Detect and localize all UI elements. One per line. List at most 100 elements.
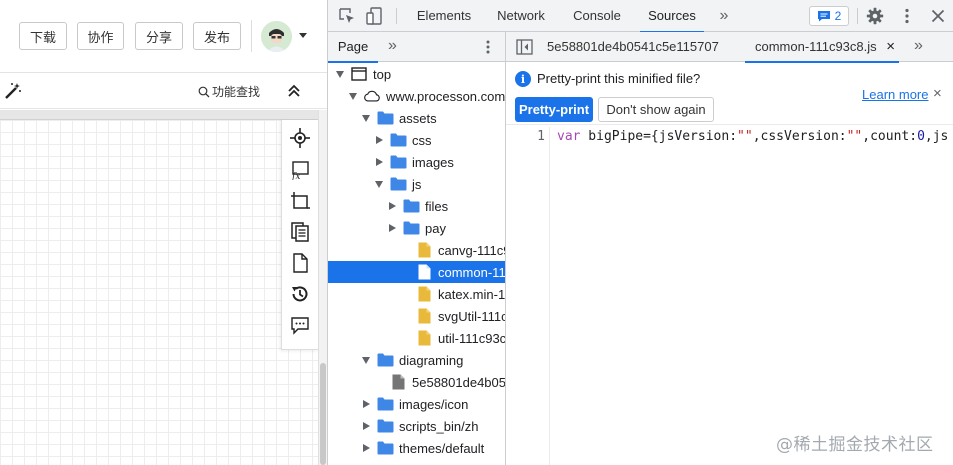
tree-domain[interactable]: www.processon.com: [328, 85, 505, 107]
tree-folder[interactable]: images: [328, 151, 505, 173]
close-devtools-icon[interactable]: [929, 7, 947, 25]
scrollbar-thumb[interactable]: [320, 363, 326, 465]
share-button[interactable]: 分享: [135, 22, 183, 50]
code-view[interactable]: 1 var bigPipe={jsVersion:"",cssVersion:"…: [506, 127, 953, 465]
editor-tab-diagram-file[interactable]: 5e58801de4b0541c5e115707: [547, 32, 719, 62]
tree-folder[interactable]: images/icon: [328, 393, 505, 415]
learn-more-link[interactable]: Learn more: [862, 87, 928, 102]
collaborate-button[interactable]: 协作: [77, 22, 124, 50]
app-top-toolbar: 下载 协作 分享 发布: [0, 0, 327, 73]
tree-folder[interactable]: js: [328, 173, 505, 195]
diagram-canvas[interactable]: [0, 120, 318, 465]
js-file-icon: [415, 286, 433, 302]
toggle-navigator-icon[interactable]: [516, 39, 533, 55]
magic-wand-icon[interactable]: [4, 82, 22, 100]
navigator-more-button[interactable]: »: [388, 37, 397, 55]
toolbar-divider: [251, 20, 252, 52]
svg-text:fx: fx: [291, 172, 300, 180]
tree-folder[interactable]: assets: [328, 107, 505, 129]
line-number: 1: [537, 129, 545, 144]
avatar[interactable]: [261, 21, 292, 52]
editor-tab-common-js[interactable]: common-111c93c8.js ×: [744, 32, 900, 63]
tree-file[interactable]: 5e58801de4b0541c5e115707: [328, 371, 505, 393]
tree-file[interactable]: common-111c93c8.js: [328, 261, 505, 283]
canvas-scrollbar[interactable]: [318, 110, 327, 465]
inspect-element-icon[interactable]: [338, 7, 356, 25]
publish-button[interactable]: 发布: [193, 22, 241, 50]
settings-gear-icon[interactable]: [866, 7, 884, 25]
tree-frame[interactable]: top: [328, 63, 505, 85]
expanded-arrow-icon[interactable]: [360, 112, 372, 124]
history-icon[interactable]: [290, 284, 310, 304]
tab-elements[interactable]: Elements: [408, 0, 480, 32]
tab-network[interactable]: Network: [488, 0, 554, 32]
tab-page[interactable]: Page: [328, 32, 378, 63]
tree-item-label: js: [412, 176, 422, 192]
sources-editor: 5e58801de4b0541c5e115707 common-111c93c8…: [506, 32, 953, 465]
tree-item-label: canvg-111c93c8.js: [438, 242, 505, 258]
tree-item-label: common-111c93c8.js: [438, 264, 505, 280]
navigator-menu-icon[interactable]: [480, 39, 496, 55]
expanded-arrow-icon[interactable]: [373, 178, 385, 190]
tree-folder[interactable]: diagraming: [328, 349, 505, 371]
tree-file[interactable]: katex.min-111c93c8.js: [328, 283, 505, 305]
pages-icon[interactable]: [290, 222, 310, 242]
close-tab-icon[interactable]: ×: [886, 38, 895, 55]
editor-more-tabs-button[interactable]: »: [914, 37, 923, 55]
js-file-icon: [415, 264, 433, 280]
avatar-menu-caret-icon[interactable]: [299, 33, 307, 38]
device-toolbar-icon[interactable]: [366, 7, 384, 25]
expanded-arrow-icon[interactable]: [360, 354, 372, 366]
editor-tabbar: 5e58801de4b0541c5e115707 common-111c93c8…: [506, 32, 953, 63]
tree-item-label: files: [425, 198, 449, 214]
pretty-print-button[interactable]: Pretty-print: [515, 97, 593, 122]
tab-console[interactable]: Console: [564, 0, 630, 32]
folder-icon: [389, 154, 407, 170]
code-token: bigPipe={jsVersion:: [580, 129, 738, 144]
tree-folder[interactable]: files: [328, 195, 505, 217]
tree-file[interactable]: svgUtil-111c93c8.js: [328, 305, 505, 327]
collapsed-arrow-icon[interactable]: [386, 222, 398, 234]
collapsed-arrow-icon[interactable]: [373, 134, 385, 146]
tree-folder[interactable]: css: [328, 129, 505, 151]
tree-item-label: themes/default: [399, 440, 485, 456]
download-button[interactable]: 下载: [19, 22, 67, 50]
app-secondary-toolbar: 功能查找: [0, 73, 327, 109]
code-token: 0: [917, 129, 925, 144]
diagram-app: 下载 协作 分享 发布 功能查找 fx: [0, 0, 327, 465]
collapse-up-icon[interactable]: [285, 82, 303, 100]
collapsed-arrow-icon[interactable]: [360, 398, 372, 410]
tree-folder[interactable]: themes/default: [328, 437, 505, 459]
kebab-menu-icon[interactable]: [898, 7, 916, 25]
feature-search[interactable]: 功能查找: [198, 83, 260, 100]
folder-icon: [389, 176, 407, 192]
folder-icon: [376, 352, 394, 368]
dont-show-again-button[interactable]: Don't show again: [598, 97, 714, 122]
js-file-icon: [415, 242, 433, 258]
collapsed-arrow-icon[interactable]: [360, 420, 372, 432]
comment-icon[interactable]: [290, 315, 310, 335]
devtools-tabbar: Elements Network Console Sources » 2: [328, 0, 953, 33]
formula-icon[interactable]: fx: [290, 160, 310, 180]
expanded-arrow-icon[interactable]: [334, 68, 346, 80]
page-size-icon[interactable]: [290, 191, 310, 211]
collapsed-arrow-icon[interactable]: [386, 200, 398, 212]
expanded-arrow-icon[interactable]: [347, 90, 359, 102]
folder-icon: [376, 440, 394, 456]
tab-sources[interactable]: Sources: [640, 0, 704, 33]
tree-file[interactable]: canvg-111c93c8.js: [328, 239, 505, 261]
tree-folder[interactable]: pay: [328, 217, 505, 239]
collapsed-arrow-icon[interactable]: [373, 156, 385, 168]
infobar-close-icon[interactable]: ×: [933, 86, 942, 102]
tree-folder[interactable]: scripts_bin/zh: [328, 415, 505, 437]
navigator-crosshair-icon[interactable]: [290, 128, 310, 148]
issues-badge[interactable]: 2: [809, 6, 849, 26]
issues-count: 2: [834, 9, 842, 23]
collapsed-arrow-icon[interactable]: [360, 442, 372, 454]
sources-navigator: Page » top www.processon.com assets css imag…: [328, 32, 506, 465]
page-icon[interactable]: [290, 253, 310, 273]
tree-file[interactable]: util-111c93c8.js: [328, 327, 506, 349]
code-token: "": [846, 129, 863, 144]
more-tabs-button[interactable]: »: [714, 0, 734, 32]
tree-item-label: util-111c93c8.js: [438, 330, 506, 346]
